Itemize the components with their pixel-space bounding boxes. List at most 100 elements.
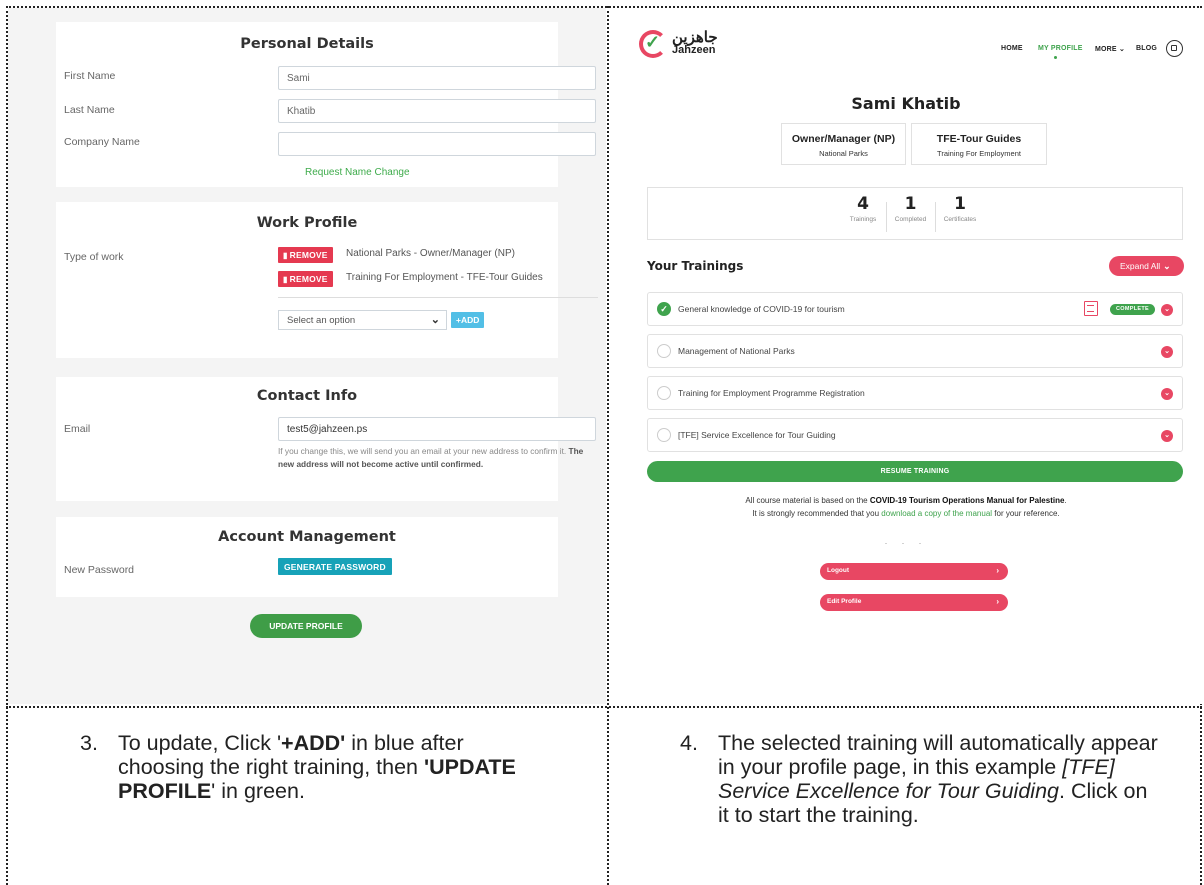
stat-completed-num: 1 [904,194,917,214]
jahzeen-logo[interactable]: ✓ جاهزين Jahzeen [639,26,729,60]
stat-completed-label: Completed [894,216,927,223]
chevron-down-icon[interactable]: ⌄ [1161,304,1173,316]
chevron-down-icon: ⌄ [1118,46,1126,53]
note1-a: All course material is based on the [745,496,868,505]
last-name-label: Last Name [64,104,115,116]
stat-certificates-num: 1 [954,194,966,214]
step-3-text: To update, Click '+ADD' in blue after ch… [118,731,520,803]
add-button[interactable]: +ADD [451,312,485,328]
logo-english: Jahzeen [672,44,716,56]
logout-button[interactable]: Logout › [820,563,1008,580]
expand-all-label: Expand All [1120,261,1161,271]
grid-line-center [607,6,609,885]
dots-divider: . . . [884,536,928,546]
stat-certificates-label: Certificates [943,216,977,223]
new-password-label: New Password [64,564,135,576]
training-select[interactable]: Select an option ⌄ [278,310,447,330]
step-4-number: 4. [680,731,698,755]
trash-icon: ▮ [283,275,288,284]
chevron-down-icon[interactable]: ⌄ [1161,388,1173,400]
nav-home[interactable]: HOME [1001,45,1023,52]
nav-active-indicator [1054,56,1057,59]
user-name: Sami Khatib [851,94,961,113]
complete-badge: COMPLETE [1110,304,1155,315]
download-manual-link[interactable]: download a copy of the manual [881,509,992,518]
edit-profile-label: Edit Profile [827,598,862,605]
stat-completed: 1 Completed [889,194,932,223]
training-row-3[interactable]: Training for Employment Programme Regist… [647,376,1183,410]
role-subtitle-1: National Parks [819,149,868,158]
account-management-card: Account Management New Password GENERATE… [56,517,558,597]
nav-more-label: MORE [1095,46,1117,53]
remove-label-2: REMOVE [289,274,328,284]
nav-blog[interactable]: BLOG [1136,45,1157,52]
personal-details-card: Personal Details First Name Sami Last Na… [56,22,596,187]
nav-my-profile[interactable]: MY PROFILE [1038,45,1083,52]
training-row-4[interactable]: [TFE] Service Excellence for Tour Guidin… [647,418,1183,452]
nav-more[interactable]: MORE ⌄ [1095,45,1125,53]
stat-trainings-label: Trainings [849,216,877,223]
step-3-add: +ADD' [281,731,346,755]
email-note-plain: If you change this, we will send you an … [278,446,567,456]
caption-step-3: 3. To update, Click '+ADD' in blue after… [80,731,520,803]
training-title-2: Management of National Parks [678,346,795,356]
stat-separator [935,202,936,232]
chevron-down-icon[interactable]: ⌄ [1161,430,1173,442]
account-icon[interactable] [1166,40,1183,57]
work-item-2: Training For Employment - TFE-Tour Guide… [346,272,543,283]
expand-all-button[interactable]: Expand All ⌄ [1109,256,1184,276]
work-profile-card: Work Profile Type of work ▮ REMOVE Nation… [56,202,598,358]
chevron-down-icon[interactable]: ⌄ [1161,346,1173,358]
company-name-input[interactable] [278,132,596,156]
remove-label-1: REMOVE [289,250,328,260]
resume-training-button[interactable]: RESUME TRAINING [647,461,1183,482]
remove-button-2[interactable]: ▮ REMOVE [278,271,333,287]
your-trainings-heading: Your Trainings [647,259,744,273]
stat-separator [886,202,887,232]
chevron-down-icon: ⌄ [430,314,440,326]
stat-certificates: 1 Certificates [938,194,982,223]
instruction-table: Personal Details First Name Sami Last Na… [0,0,1204,885]
work-divider [278,297,598,298]
training-select-value: Select an option [287,315,356,326]
stat-trainings-num: 4 [857,194,869,214]
training-row-2[interactable]: Management of National Parks ⌄ [647,334,1183,368]
step-3-t1: To update, Click ' [118,731,282,755]
note2-b: for your reference. [994,509,1060,518]
step-3-t3: ' in green. [211,779,305,803]
logout-label: Logout [827,567,850,574]
grid-line-middle [6,706,1202,708]
profile-page-screenshot: ✓ جاهزين Jahzeen HOME MY PROFILE MORE ⌄ … [610,8,1202,704]
role-box-1: Owner/Manager (NP) National Parks [781,123,906,165]
account-icon-inner [1171,45,1177,51]
training-title-3: Training for Employment Programme Regist… [678,388,865,398]
edit-profile-button[interactable]: Edit Profile › [820,594,1008,611]
training-row-1[interactable]: ✓ General knowledge of COVID-19 for tour… [647,292,1183,326]
manual-note-line-2: It is strongly recommended that you down… [610,509,1202,518]
manual-note-line-1: All course material is based on the COVI… [745,496,1067,505]
training-title-4: [TFE] Service Excellence for Tour Guidin… [678,430,836,440]
trash-icon: ▮ [283,251,288,260]
request-name-change-link[interactable]: Request Name Change [305,167,410,178]
generate-password-button[interactable]: GENERATE PASSWORD [278,558,392,575]
first-name-input[interactable]: Sami [278,66,596,90]
company-name-label: Company Name [64,136,140,148]
update-profile-button[interactable]: UPDATE PROFILE [250,614,362,638]
email-change-note: If you change this, we will send you an … [278,445,598,471]
first-name-label: First Name [64,70,116,82]
personal-details-title: Personal Details [240,36,374,52]
chevron-right-icon: › [996,566,999,575]
email-input[interactable]: test5@jahzeen.ps [278,417,596,441]
certificate-icon[interactable] [1084,301,1098,316]
last-name-input[interactable]: Khatib [278,99,596,123]
note2-a: It is strongly recommended that you [752,509,880,518]
role-title-2: TFE-Tour Guides [936,133,1022,145]
role-subtitle-2: Training For Employment [937,149,1021,158]
empty-circle-icon [657,386,671,400]
chevron-right-icon: › [996,597,999,606]
stat-trainings: 4 Trainings [843,194,883,223]
role-title-1: Owner/Manager (NP) [791,133,896,145]
step-4-text: The selected training will automatically… [718,731,1160,827]
empty-circle-icon [657,344,671,358]
remove-button-1[interactable]: ▮ REMOVE [278,247,333,263]
